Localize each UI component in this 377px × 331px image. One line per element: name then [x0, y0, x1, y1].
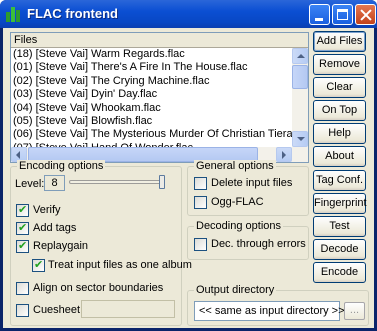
file-list-item[interactable]: (03) [Steve Vai] Dyin' Day.flac: [11, 88, 292, 101]
vertical-scroll-thumb[interactable]: [292, 65, 308, 89]
file-list-item[interactable]: (06) [Steve Vai] The Mysterious Murder O…: [11, 128, 292, 141]
level-slider-thumb[interactable]: [159, 175, 165, 189]
files-list[interactable]: (18) [Steve Vai] Warm Regards.flac (01) […: [11, 48, 292, 162]
align-sector-checkbox[interactable]: [16, 282, 29, 295]
fingerprint-button[interactable]: Fingerprint: [313, 193, 367, 214]
treat-album-label[interactable]: Treat input files as one album: [48, 259, 192, 271]
scroll-down-arrow-icon[interactable]: [292, 131, 308, 147]
file-list-item[interactable]: (18) [Steve Vai] Warm Regards.flac: [11, 48, 292, 61]
files-column-header[interactable]: Files: [11, 33, 308, 48]
level-label: Level:: [15, 178, 45, 190]
replaygain-checkbox[interactable]: [16, 239, 29, 253]
align-sector-label[interactable]: Align on sector boundaries: [33, 282, 163, 294]
tag-conf-button[interactable]: Tag Conf.: [313, 170, 366, 191]
title-bar[interactable]: FLAC frontend: [0, 0, 377, 28]
encoding-options-group: Encoding options Level: 8 Verify Add tag…: [10, 160, 192, 326]
general-options-group: General options Delete input files Ogg-F…: [187, 160, 309, 216]
cuesheet-checkbox[interactable]: [16, 304, 29, 317]
remove-button[interactable]: Remove: [313, 54, 366, 75]
replaygain-label[interactable]: Replaygain: [33, 240, 88, 252]
file-list-item[interactable]: (02) [Steve Vai] The Crying Machine.flac: [11, 75, 292, 88]
file-list-item[interactable]: (01) [Steve Vai] There's A Fire In The H…: [11, 61, 292, 74]
clear-button[interactable]: Clear: [313, 77, 366, 98]
on-top-button[interactable]: On Top: [313, 100, 366, 121]
output-directory-group: Output directory << same as input direct…: [187, 284, 369, 326]
output-directory-title: Output directory: [194, 284, 277, 296]
cuesheet-field[interactable]: [81, 300, 175, 318]
maximize-button[interactable]: [332, 4, 353, 25]
help-button[interactable]: Help: [313, 123, 366, 144]
encoding-options-title: Encoding options: [17, 160, 106, 172]
scroll-right-arrow-icon[interactable]: [276, 147, 292, 162]
dec-through-errors-label[interactable]: Dec. through errors: [211, 238, 306, 250]
browse-button[interactable]: ...: [344, 302, 365, 320]
scroll-up-arrow-icon[interactable]: [292, 48, 308, 64]
dec-through-errors-checkbox[interactable]: [194, 238, 207, 251]
decode-button[interactable]: Decode: [313, 239, 366, 260]
app-window: FLAC frontend Files (18) [Steve Vai] War…: [0, 0, 377, 331]
add-tags-checkbox[interactable]: [16, 221, 29, 235]
file-list-item[interactable]: (04) [Steve Vai] Whookam.flac: [11, 102, 292, 115]
encode-button[interactable]: Encode: [313, 262, 366, 283]
window-title: FLAC frontend: [27, 6, 118, 21]
add-tags-label[interactable]: Add tags: [33, 222, 76, 234]
cuesheet-label[interactable]: Cuesheet: [33, 304, 80, 316]
level-slider-track[interactable]: [69, 180, 161, 184]
files-vertical-scrollbar[interactable]: [292, 48, 308, 147]
general-options-title: General options: [194, 160, 276, 172]
verify-label[interactable]: Verify: [33, 204, 61, 216]
app-icon: [6, 6, 22, 22]
file-list-item[interactable]: (05) [Steve Vai] Blowfish.flac: [11, 115, 292, 128]
minimize-button[interactable]: [309, 4, 330, 25]
verify-checkbox[interactable]: [16, 203, 29, 217]
close-button[interactable]: [355, 4, 376, 25]
delete-input-checkbox[interactable]: [194, 177, 207, 190]
about-button[interactable]: About: [313, 146, 366, 167]
decoding-options-title: Decoding options: [194, 220, 284, 232]
files-listview[interactable]: Files (18) [Steve Vai] Warm Regards.flac…: [10, 32, 309, 163]
client-area: Files (18) [Steve Vai] Warm Regards.flac…: [3, 28, 374, 328]
output-directory-field[interactable]: << same as input directory >>: [194, 301, 345, 321]
delete-input-label[interactable]: Delete input files: [211, 177, 292, 189]
level-value[interactable]: 8: [44, 175, 65, 191]
decoding-options-group: Decoding options Dec. through errors: [187, 220, 309, 260]
add-files-button[interactable]: Add Files: [313, 31, 366, 52]
ogg-flac-label[interactable]: Ogg-FLAC: [211, 196, 264, 208]
test-button[interactable]: Test: [313, 216, 366, 237]
ogg-flac-checkbox[interactable]: [194, 196, 207, 209]
treat-album-checkbox[interactable]: [32, 258, 45, 272]
